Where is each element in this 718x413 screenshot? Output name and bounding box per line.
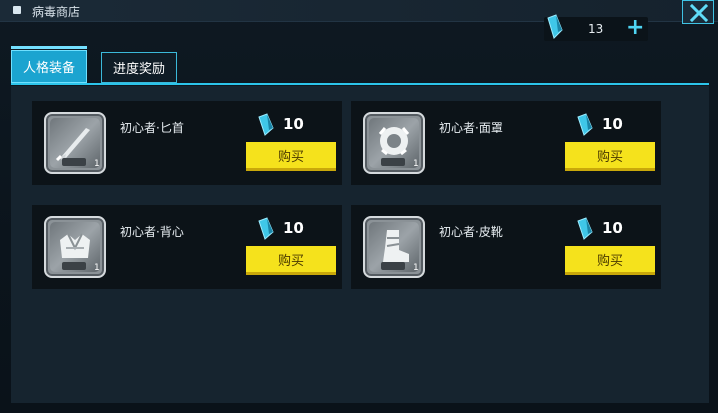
buy-button[interactable]: 购买	[565, 246, 655, 275]
close-x-icon	[690, 4, 708, 22]
item-count: 1	[94, 263, 100, 273]
shop-item-card: 1 初心者·匕首 10 购买	[32, 101, 342, 185]
item-price: 10	[602, 219, 623, 237]
tab-active-indicator	[11, 46, 87, 49]
crystal-icon	[258, 217, 274, 240]
currency-amount: 13	[588, 22, 604, 36]
currency-display: 13 +	[544, 14, 648, 41]
item-price: 10	[283, 219, 304, 237]
shop-title: 病毒商店	[32, 5, 81, 19]
shop-item-card: 1 初心者·皮靴 10 购买	[351, 205, 661, 289]
close-button[interactable]	[682, 0, 714, 24]
shop-item-card: 1 初心者·背心 10 购买	[32, 205, 342, 289]
crystal-icon	[577, 217, 593, 240]
item-thumbnail[interactable]: 1	[44, 216, 106, 278]
item-count: 1	[413, 263, 419, 273]
crystal-icon	[258, 113, 274, 136]
buy-button[interactable]: 购买	[246, 246, 336, 275]
item-thumbnail[interactable]: 1	[44, 112, 106, 174]
item-name: 初心者·皮靴	[439, 225, 503, 239]
item-name: 初心者·匕首	[120, 121, 184, 135]
title-bullet-icon	[13, 6, 21, 14]
add-currency-button[interactable]: +	[626, 17, 644, 39]
tab-persona-gear[interactable]: 人格装备	[11, 50, 87, 83]
crystal-icon	[547, 14, 563, 39]
shop-panel: 1 初心者·匕首 10 购买 1 初心者·面罩 10 购买 1 初心者·背心 1…	[11, 86, 709, 403]
item-name: 初心者·背心	[120, 225, 184, 239]
item-thumbnail[interactable]: 1	[363, 216, 425, 278]
item-thumbnail[interactable]: 1	[363, 112, 425, 174]
item-count: 1	[94, 159, 100, 169]
buy-button[interactable]: 购买	[565, 142, 655, 171]
buy-button[interactable]: 购买	[246, 142, 336, 171]
tab-progress-rewards[interactable]: 进度奖励	[101, 52, 177, 83]
crystal-icon	[577, 113, 593, 136]
item-name: 初心者·面罩	[439, 121, 503, 135]
item-count: 1	[413, 159, 419, 169]
tab-underline	[11, 83, 709, 85]
item-price: 10	[602, 115, 623, 133]
item-price: 10	[283, 115, 304, 133]
shop-item-card: 1 初心者·面罩 10 购买	[351, 101, 661, 185]
